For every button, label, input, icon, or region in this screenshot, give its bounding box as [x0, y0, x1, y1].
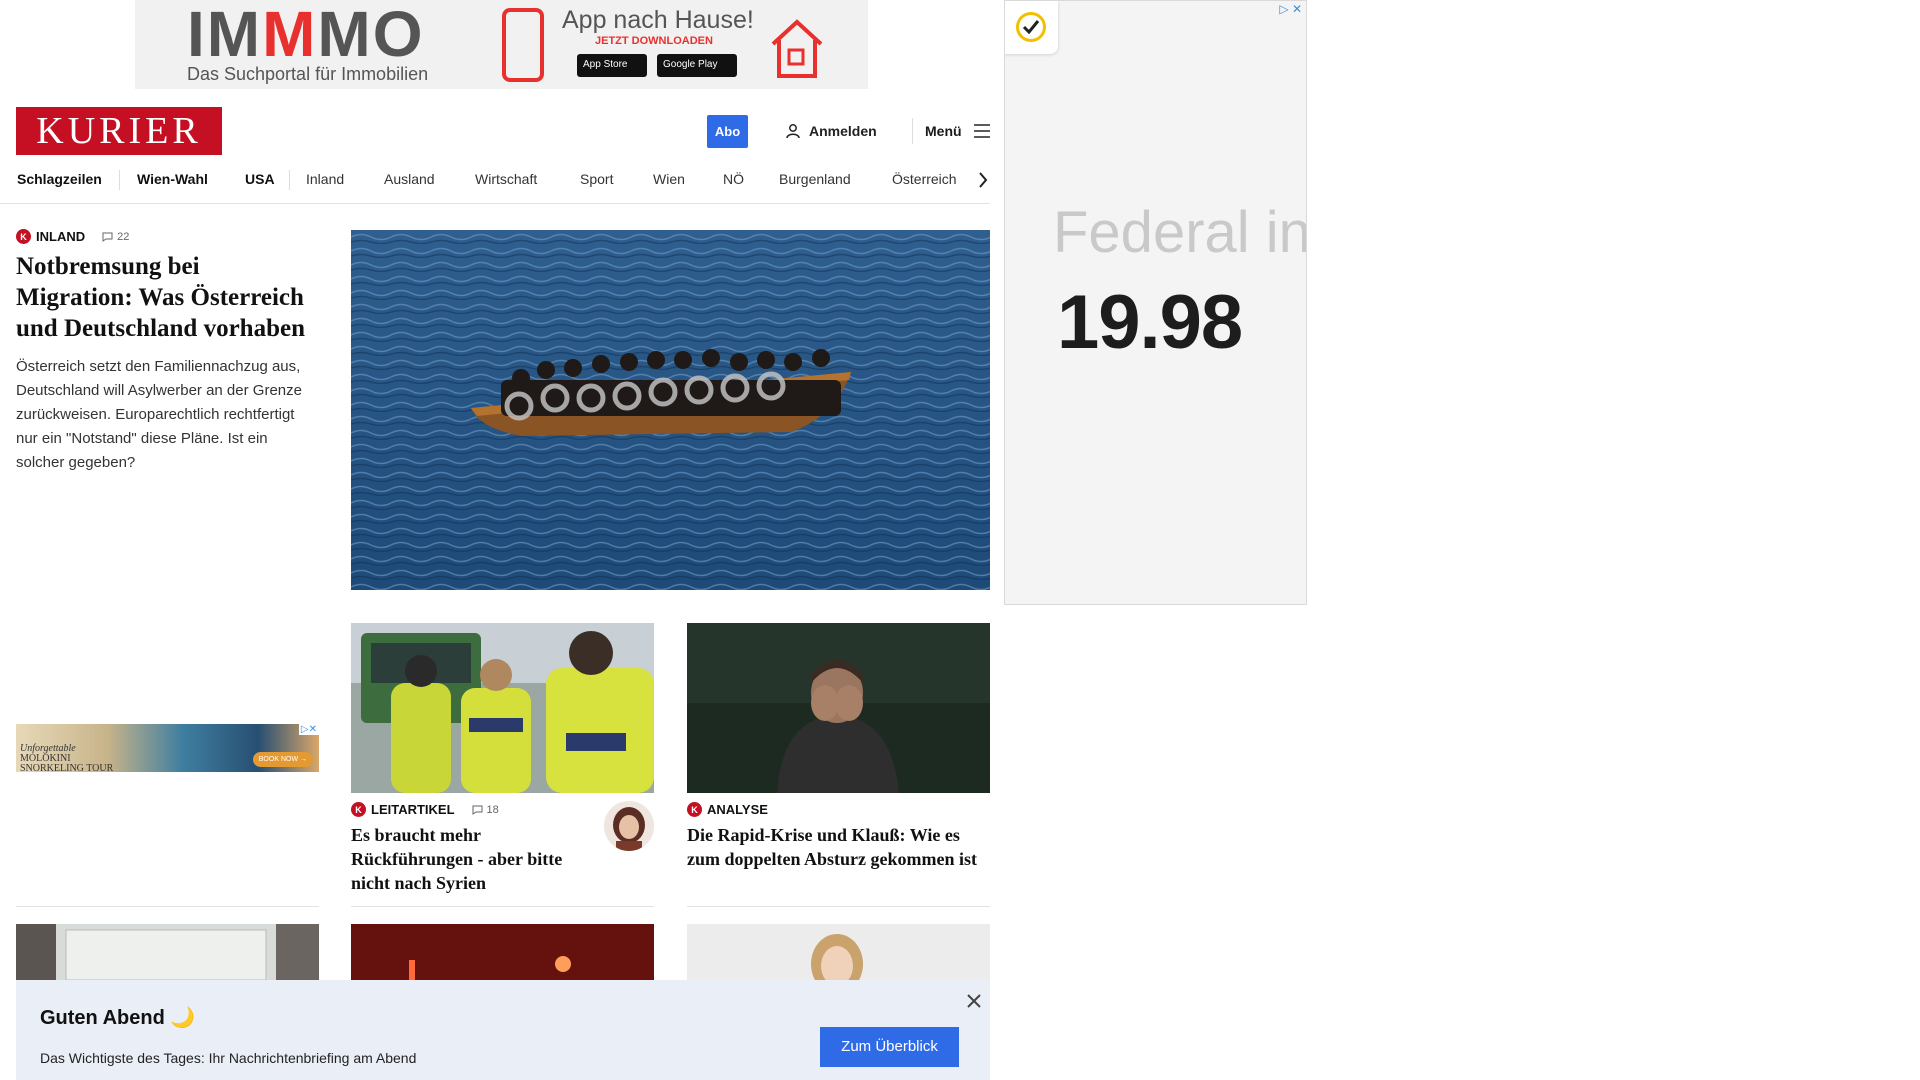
card-headline[interactable]: Es braucht mehr Rückführungen - aber bit…: [351, 823, 586, 895]
nav-item-wien[interactable]: Wien: [653, 171, 685, 187]
author-avatar[interactable]: [604, 801, 654, 851]
user-icon: [786, 124, 800, 139]
portrait-photo: [687, 924, 990, 980]
nav-item-schlagzeilen[interactable]: Schlagzeilen: [17, 171, 102, 187]
menu-label: Menü: [925, 123, 962, 139]
nav-item-sport[interactable]: Sport: [580, 171, 613, 187]
right-display-ad[interactable]: ▷ ✕ Federal in 19.98: [1004, 0, 1307, 605]
nav-item-wien-wahl[interactable]: Wien-Wahl: [137, 171, 208, 187]
lead-article[interactable]: K INLAND 22 Notbremsung bei Migration: W…: [16, 229, 318, 475]
card-category: ANALYSE: [707, 802, 768, 817]
comment-icon: [472, 805, 483, 815]
article-card[interactable]: K LEITARTIKEL 18 Es braucht mehr Rückfüh…: [351, 623, 654, 907]
close-icon[interactable]: [966, 993, 982, 1009]
lead-kicker: K INLAND 22: [16, 229, 318, 244]
boat-photo: [351, 230, 990, 590]
small-ad-cta[interactable]: BOOK NOW →: [252, 752, 313, 767]
nav-item-usa[interactable]: USA: [245, 171, 275, 187]
nav-item-burgenland[interactable]: Burgenland: [779, 171, 851, 187]
lead-teaser: Österreich setzt den Familiennachzug aus…: [16, 358, 302, 471]
nav-item-inland[interactable]: Inland: [306, 171, 344, 187]
article-card[interactable]: K ANALYSE Die Rapid-Krise und Klauß: Wie…: [687, 623, 990, 907]
card-category: LEITARTIKEL: [371, 802, 455, 817]
chevron-right-icon[interactable]: [978, 171, 988, 189]
overview-button[interactable]: Zum Überblick: [820, 1027, 959, 1067]
lead-category: INLAND: [36, 229, 86, 244]
login-link[interactable]: Anmelden: [785, 123, 877, 139]
small-ad-text: Unforgettable MOLOKINI SNORKELING TOUR: [20, 743, 114, 773]
nav-item-ausland[interactable]: Ausland: [384, 171, 435, 187]
nav-divider: [289, 170, 290, 190]
section-nav: Schlagzeilen Wien-Wahl USA Inland Auslan…: [0, 160, 990, 204]
login-label: Anmelden: [809, 123, 877, 139]
left-divider: [16, 906, 319, 907]
lead-headline[interactable]: Notbremsung bei Migration: Was Österreic…: [16, 251, 318, 344]
evening-briefing-banner: Guten Abend 🌙 Das Wichtigste des Tages: …: [16, 980, 990, 1080]
nav-divider: [119, 170, 120, 190]
ad-cta: JETZT DOWNLOADEN: [595, 35, 713, 47]
fire-photo: [351, 924, 654, 980]
abo-button[interactable]: Abo: [707, 115, 748, 148]
google-play-badge[interactable]: Google Play: [657, 54, 737, 77]
kurier-k-icon: K: [351, 802, 366, 817]
check-icon: [1016, 12, 1046, 42]
menu-button[interactable]: Menü: [912, 118, 990, 144]
card-image-rapid[interactable]: [687, 623, 990, 793]
nav-item-noe[interactable]: NÖ: [723, 171, 744, 187]
phone-icon: [502, 8, 544, 82]
kurier-logo[interactable]: KURIER: [16, 107, 222, 155]
small-banner-ad[interactable]: Unforgettable MOLOKINI SNORKELING TOUR BOO…: [16, 724, 319, 772]
moon-icon: 🌙: [170, 1007, 196, 1029]
nav-item-wirtschaft[interactable]: Wirtschaft: [475, 171, 537, 187]
thumbnail-image[interactable]: [16, 924, 319, 980]
hamburger-icon: [973, 124, 990, 138]
nav-item-oesterreich[interactable]: Österreich: [892, 171, 957, 187]
briefing-description: Das Wichtigste des Tages: Ihr Nachrichte…: [40, 1050, 417, 1066]
immmo-logo: IMMMO: [187, 0, 425, 70]
thumbnail-image[interactable]: [687, 924, 990, 980]
card-divider: [687, 906, 990, 907]
ad-badge: [1005, 1, 1058, 54]
thumbnail-image[interactable]: [351, 924, 654, 980]
kurier-k-icon: K: [16, 229, 31, 244]
ad-partial-text: Federal in: [1053, 200, 1307, 265]
top-banner-ad[interactable]: IMMMO Das Suchportal für Immobilien App …: [135, 0, 868, 89]
briefing-title: Guten Abend 🌙: [40, 1007, 196, 1029]
card-headline[interactable]: Die Rapid-Krise und Klauß: Wie es zum do…: [687, 823, 990, 871]
app-store-badge[interactable]: App Store: [577, 54, 647, 77]
comment-icon: [102, 232, 113, 242]
coach-photo: [687, 623, 990, 793]
ad-headline: App nach Hause!: [562, 6, 754, 34]
card-image-police[interactable]: [351, 623, 654, 793]
ad-choices-icon[interactable]: ▷✕: [298, 724, 319, 735]
author-photo: [604, 801, 654, 851]
house-icon: [771, 19, 823, 78]
card-comment-count[interactable]: 18: [472, 804, 499, 816]
ad-choices-icon[interactable]: ▷ ✕: [1279, 2, 1302, 16]
lead-image[interactable]: [351, 230, 990, 590]
ad-subtitle: Das Suchportal für Immobilien: [187, 64, 429, 84]
card-divider: [351, 906, 654, 907]
lead-comment-count[interactable]: 22: [102, 231, 129, 243]
kurier-k-icon: K: [687, 802, 702, 817]
ad-value: 19.98: [1057, 280, 1243, 365]
card-kicker: K ANALYSE: [687, 802, 990, 817]
police-photo: [351, 623, 654, 793]
lab-photo: [16, 924, 319, 980]
